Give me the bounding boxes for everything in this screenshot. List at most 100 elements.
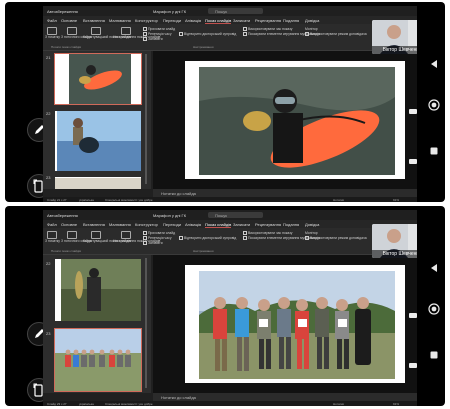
slide-thumbnails-panel: 21 22 23 [43, 51, 151, 189]
home-button[interactable] [428, 302, 440, 320]
tab-draw[interactable]: Малювання [109, 18, 131, 23]
title-bar: Автозбереження Марафон у дні ГК Пошук [43, 210, 417, 220]
record-button[interactable]: Записати [143, 241, 163, 246]
autosave-label: Автозбереження [47, 213, 78, 218]
notes-pane[interactable]: Нотатки до слайда [153, 393, 417, 401]
group-start-label: Почати показ слайдів [51, 249, 81, 253]
use-presenter-checkbox[interactable]: Використовувати режим доповідача [305, 32, 367, 37]
notes-toggle[interactable]: Нотатки [333, 198, 344, 202]
tab-home[interactable]: Основне [61, 222, 77, 227]
phone-screenshot-bottom: Автозбереження Марафон у дні ГК Пошук Фа… [5, 206, 445, 406]
slide-editor [153, 51, 417, 189]
slide-editor [153, 255, 417, 393]
accessibility-status[interactable]: Спеціальні можливості: усе добре [105, 198, 153, 202]
tab-design[interactable]: Конструктор [135, 222, 158, 227]
back-triangle-icon [431, 264, 437, 272]
use-timings-checkbox[interactable]: Використовувати час показу [243, 231, 292, 236]
use-presenter-checkbox[interactable]: Використовувати режим доповідача [305, 236, 367, 241]
notes-toggle[interactable]: Нотатки [333, 402, 344, 406]
rehearse-button[interactable]: Репетиція часу [143, 32, 172, 37]
thumb-number: 23 [46, 331, 51, 336]
recents-button[interactable] [430, 142, 438, 160]
group-setup-label: Настроювання [193, 45, 214, 49]
tab-animations[interactable]: Анімація [185, 18, 201, 23]
use-timings-checkbox[interactable]: Використовувати час показу [243, 27, 292, 32]
play-narrations-checkbox[interactable]: Відтворити дикторський супровід [179, 32, 236, 37]
thumb-number: 22 [46, 111, 51, 116]
current-slide[interactable] [185, 61, 405, 179]
notes-pane[interactable]: Нотатки до слайда [153, 189, 417, 197]
slide-thumbnail[interactable] [54, 53, 142, 105]
monitor-label: Монітор [305, 231, 318, 235]
hide-slide-button[interactable]: Приховати слайд [143, 27, 175, 32]
search-placeholder: Пошук [215, 9, 228, 14]
scroll-up-button[interactable] [409, 109, 417, 114]
zoom-level[interactable]: 91% [393, 198, 399, 202]
tab-home[interactable]: Основне [61, 18, 77, 23]
tab-insert[interactable]: Вставлення [83, 18, 105, 23]
group-start-label: Почати показ слайдів [51, 45, 81, 49]
tab-file[interactable]: Файл [47, 222, 57, 227]
record-button[interactable]: Записати [143, 37, 163, 42]
home-button[interactable] [428, 98, 440, 116]
thumb-number: 21 [46, 55, 51, 60]
tab-view[interactable]: Подання [283, 222, 299, 227]
tab-draw[interactable]: Малювання [109, 222, 131, 227]
hide-slide-button[interactable]: Приховати слайд [143, 231, 175, 236]
accessibility-status[interactable]: Спеціальні можливості: усе добре [105, 402, 153, 406]
slide-thumbnail[interactable] [55, 111, 141, 171]
rehearse-button[interactable]: Репетиція часу [143, 236, 172, 241]
slide-photo-group [199, 271, 395, 379]
back-button[interactable] [429, 260, 439, 278]
thumbnail-scrollbar[interactable] [145, 54, 147, 184]
slide-counter: Слайд 23 з 27 [47, 402, 67, 406]
from-start-button[interactable]: З початку [45, 35, 60, 39]
scroll-up-button[interactable] [409, 313, 417, 318]
tab-transitions[interactable]: Переходи [163, 222, 181, 227]
slide-thumbnail[interactable] [55, 177, 141, 189]
slide-photo-diver [199, 67, 395, 175]
setup-show-icon [121, 231, 131, 239]
powerpoint-window: Автозбереження Марафон у дні ГК Пошук Фа… [43, 6, 417, 202]
tab-file[interactable]: Файл [47, 18, 57, 23]
tab-view[interactable]: Подання [283, 18, 299, 23]
ribbon-slideshow: З початку З поточного слайда Користуваць… [43, 24, 417, 51]
from-start-icon [47, 27, 57, 35]
tab-record[interactable]: Записати [233, 18, 250, 23]
file-title: Марафон у дні ГК [153, 213, 187, 218]
home-circle-icon [428, 99, 440, 111]
recents-button[interactable] [430, 346, 438, 364]
zoom-level[interactable]: 91% [393, 402, 399, 406]
home-circle-icon [428, 303, 440, 315]
powerpoint-window: Автозбереження Марафон у дні ГК Пошук Фа… [43, 210, 417, 406]
tab-help[interactable]: Довідка [305, 18, 319, 23]
slide-thumbnail[interactable] [54, 328, 142, 392]
tab-design[interactable]: Конструктор [135, 18, 158, 23]
back-button[interactable] [429, 56, 439, 74]
ribbon-tabs: Файл Основне Вставлення Малювання Констр… [43, 16, 417, 24]
tab-animations[interactable]: Анімація [185, 222, 201, 227]
phone-screenshot-top: Автозбереження Марафон у дні ГК Пошук Фа… [5, 2, 445, 202]
scroll-down-button[interactable] [409, 363, 417, 368]
tab-record[interactable]: Записати [233, 222, 250, 227]
current-slide[interactable] [185, 265, 405, 383]
scroll-down-button[interactable] [409, 159, 417, 164]
recents-square-icon [430, 351, 438, 359]
tab-insert[interactable]: Вставлення [83, 222, 105, 227]
thumb-number: 22 [46, 261, 51, 266]
tab-review[interactable]: Рецензування [255, 18, 281, 23]
from-start-button[interactable]: З початку [45, 239, 60, 243]
thumbnail-scrollbar[interactable] [145, 258, 147, 388]
slide-thumbnail[interactable] [55, 259, 141, 321]
participant-name: Віктор Шевченко [372, 250, 417, 258]
video-participant-tile[interactable]: Віктор Шевченко [372, 20, 417, 54]
group-setup-label: Настроювання [193, 249, 214, 253]
custom-show-icon [91, 27, 101, 35]
tab-help[interactable]: Довідка [305, 222, 319, 227]
monitor-label: Монітор [305, 27, 318, 31]
tab-review[interactable]: Рецензування [255, 222, 281, 227]
video-participant-tile[interactable]: Віктор Шевченко [372, 224, 417, 258]
tab-transitions[interactable]: Переходи [163, 18, 181, 23]
autosave-label: Автозбереження [47, 9, 78, 14]
play-narrations-checkbox[interactable]: Відтворити дикторський супровід [179, 236, 236, 241]
